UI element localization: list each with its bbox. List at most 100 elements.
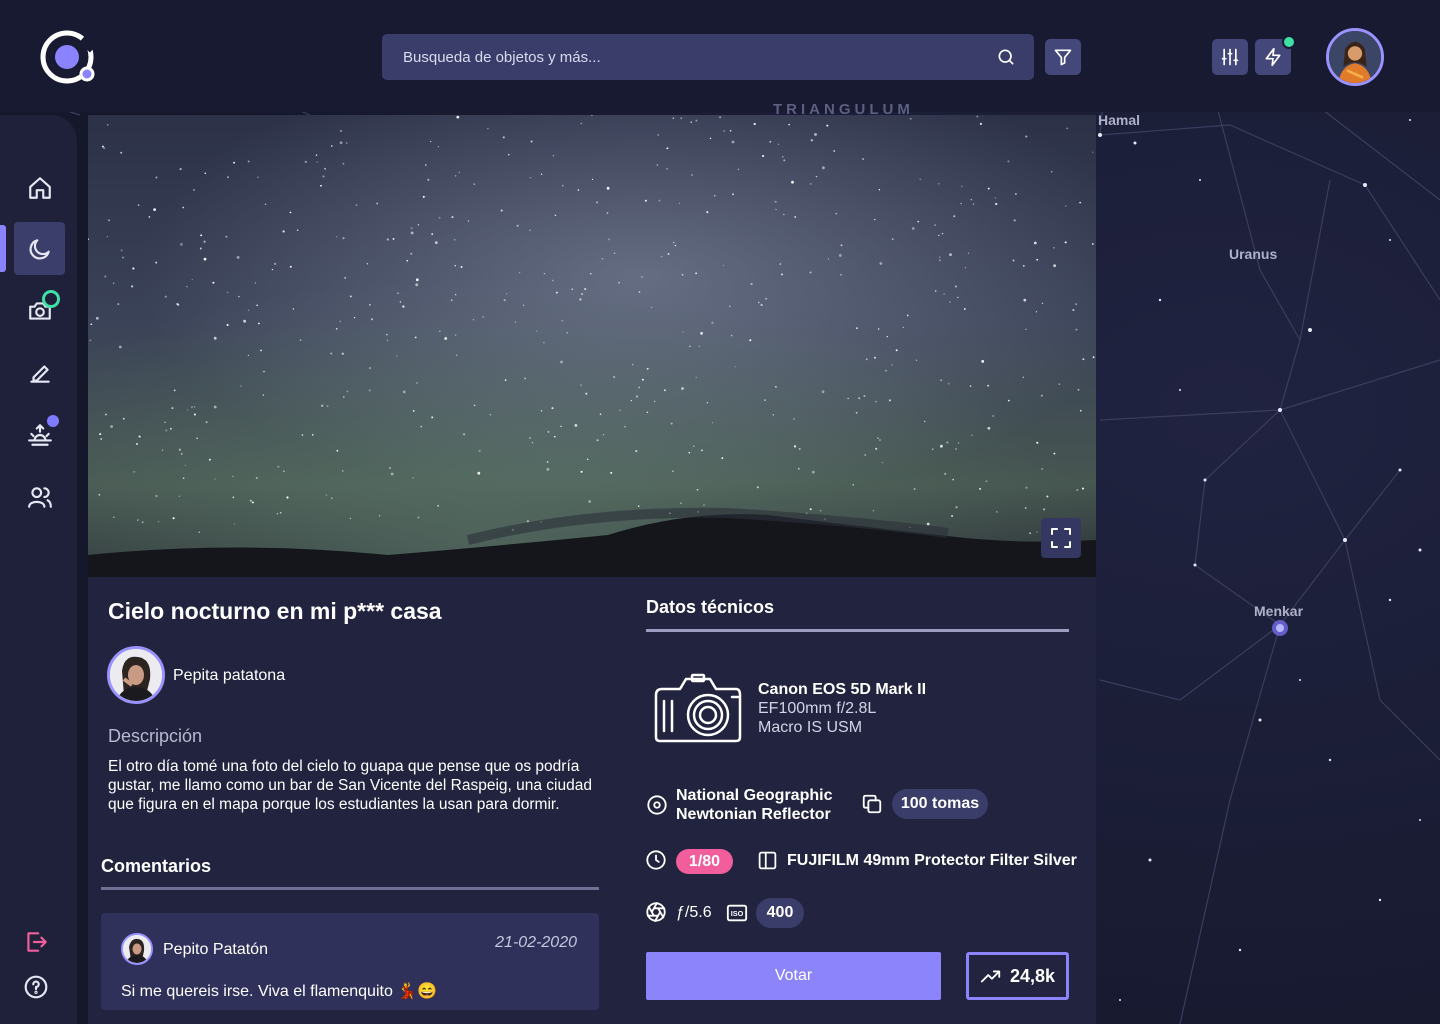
photo-star	[610, 471, 613, 474]
photo-star	[588, 500, 592, 503]
photo-star	[585, 392, 588, 395]
search-icon[interactable]	[996, 47, 1016, 67]
photo-star	[635, 450, 638, 453]
sidebar-item-night[interactable]	[14, 222, 65, 275]
photo-star	[909, 117, 912, 120]
photo-star	[653, 400, 656, 403]
photo-star	[182, 206, 185, 209]
filter-button[interactable]	[1045, 39, 1081, 75]
notification-dot	[1282, 35, 1296, 49]
photo-star	[277, 465, 280, 468]
comments-label: Comentarios	[101, 856, 212, 876]
photo-star	[895, 349, 898, 352]
photo-star	[574, 424, 578, 427]
photo-star	[478, 449, 481, 452]
photo-star	[938, 183, 940, 185]
photo-star	[500, 209, 503, 212]
photo-star	[135, 442, 139, 446]
photo-star	[546, 461, 549, 463]
photo-star	[949, 301, 951, 303]
photo-star	[678, 202, 681, 204]
photo-star	[137, 519, 139, 521]
photo-star	[757, 301, 760, 304]
photo-star	[874, 218, 876, 221]
photo-star	[489, 413, 492, 416]
users-icon	[27, 486, 52, 508]
photo-star	[666, 147, 669, 150]
photo-star	[164, 421, 166, 424]
comment-date: 21-02-2020	[495, 934, 577, 951]
photo-star	[865, 358, 868, 361]
photo-star	[315, 154, 318, 156]
comments-divider	[101, 887, 599, 890]
vote-button[interactable]: Votar	[646, 952, 941, 1000]
photo-star	[431, 233, 434, 235]
settings-button[interactable]	[1212, 39, 1248, 75]
photo-star	[232, 475, 234, 478]
photo-star	[810, 183, 812, 185]
photo-star	[667, 253, 670, 255]
comment-item: Pepito Patatón 21-02-2020 Si me quereis …	[101, 913, 599, 1010]
photo-star	[1041, 468, 1043, 470]
photo-star	[254, 282, 257, 284]
photo-star	[193, 413, 196, 416]
photo-star	[1053, 264, 1056, 268]
photo-star	[414, 336, 417, 339]
fullscreen-button[interactable]	[1041, 518, 1081, 558]
photo-star	[992, 415, 995, 417]
photo-star	[855, 327, 858, 330]
photo-star	[737, 168, 740, 171]
svg-text:ISO: ISO	[731, 909, 744, 918]
camera-lens-line2: Macro IS USM	[758, 719, 863, 736]
photo-star	[753, 122, 756, 126]
photo-star	[552, 154, 555, 157]
votes-counter[interactable]: 24,8k	[966, 952, 1069, 1000]
target-icon	[647, 795, 667, 815]
photo-star	[326, 405, 329, 407]
camera-badge	[42, 290, 60, 308]
photo-star	[888, 399, 891, 402]
photo-star	[342, 237, 345, 240]
photo-star	[444, 337, 448, 340]
sky-label-uranus: Uranus	[1229, 246, 1278, 262]
comment-author[interactable]: Pepito Patatón	[163, 941, 268, 959]
photo-star	[199, 247, 202, 250]
logout-icon	[26, 931, 47, 952]
photo-star	[1092, 151, 1094, 153]
author-avatar[interactable]	[107, 646, 165, 704]
post-photo[interactable]	[88, 115, 1096, 577]
photo-star	[422, 195, 425, 198]
sidebar-item-home[interactable]	[14, 161, 65, 214]
sidebar-item-users[interactable]	[14, 470, 65, 523]
logo-orbit-icon[interactable]	[38, 28, 98, 88]
photo-star	[240, 385, 242, 387]
photo-star	[847, 397, 849, 400]
pencil-icon	[29, 364, 50, 383]
help-button[interactable]	[10, 960, 61, 1013]
photo-star	[530, 140, 533, 143]
photo-star	[584, 288, 587, 291]
photo-star	[674, 244, 677, 247]
photo-star	[155, 261, 158, 264]
photo-star	[458, 171, 460, 173]
commenter-avatar[interactable]	[121, 933, 153, 965]
search-input[interactable]: Busqueda de objetos y más...	[382, 34, 1034, 80]
photo-star	[301, 434, 304, 436]
photo-star	[987, 384, 989, 387]
tech-data-divider	[646, 629, 1069, 632]
sidebar-item-edit[interactable]	[14, 346, 65, 399]
author-name[interactable]: Pepita patatona	[173, 667, 285, 685]
photo-star	[798, 447, 801, 450]
sky-label-menkar: Menkar	[1254, 603, 1304, 619]
photo-star	[451, 216, 454, 219]
photo-star	[233, 523, 236, 525]
photo-star	[734, 366, 736, 368]
photo-star	[107, 124, 109, 126]
photo-star	[1013, 219, 1016, 222]
photo-star	[631, 363, 634, 366]
photo-star	[819, 509, 822, 512]
photo-star	[953, 215, 956, 218]
photo-star	[454, 239, 456, 241]
photo-star	[939, 259, 941, 261]
user-avatar[interactable]	[1326, 28, 1384, 86]
